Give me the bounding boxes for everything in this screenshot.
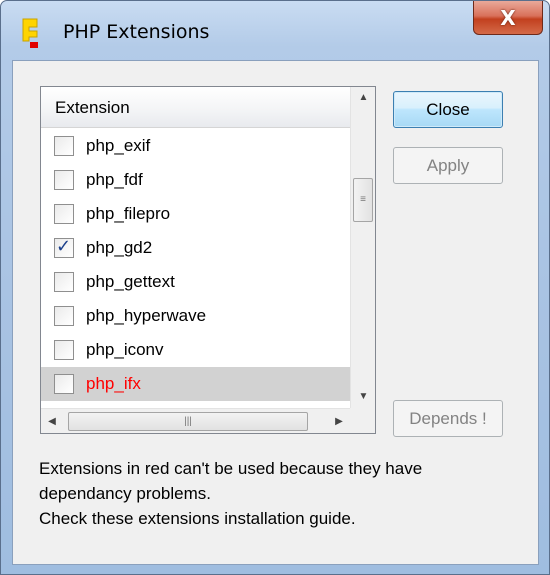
list-item[interactable]: php_iconv — [41, 333, 350, 367]
list-item[interactable]: ✓ php_gd2 — [41, 231, 350, 265]
dialog-client-area: Extension php_exif php_fdf php_filepro ✓ — [12, 60, 539, 565]
scroll-left-icon[interactable]: ◀ — [41, 409, 63, 434]
checkbox-checked[interactable]: ✓ — [54, 236, 74, 258]
column-header-label: Extension — [55, 98, 130, 117]
checkbox[interactable] — [54, 374, 74, 394]
horizontal-scroll-thumb[interactable]: ||| — [68, 412, 308, 431]
checkbox[interactable] — [54, 306, 74, 326]
scroll-down-icon[interactable]: ▼ — [351, 386, 376, 408]
php-extensions-window: PHP Extensions X Extension php_exif php_… — [0, 0, 550, 575]
checkmark-icon: ✓ — [56, 236, 72, 257]
checkbox[interactable] — [54, 340, 74, 360]
close-icon[interactable]: X — [473, 1, 543, 35]
extension-label: php_iconv — [86, 340, 164, 359]
extension-label: php_gettext — [86, 272, 175, 291]
list-item[interactable]: php_gettext — [41, 265, 350, 299]
vertical-scrollbar[interactable]: ▲ ≡ ▼ — [350, 87, 375, 408]
depends-button[interactable]: Depends ! — [393, 400, 503, 437]
easyphp-icon — [21, 17, 41, 49]
list-item[interactable]: php_exif — [41, 129, 350, 163]
info-line: dependancy problems. — [39, 484, 212, 503]
extension-label: php_filepro — [86, 204, 171, 223]
list-item[interactable]: php_filepro — [41, 197, 350, 231]
extension-label-error: php_ifx — [86, 374, 141, 393]
apply-button[interactable]: Apply — [393, 147, 503, 184]
title-bar[interactable]: PHP Extensions X — [1, 1, 549, 59]
checkbox[interactable] — [54, 136, 74, 156]
checkbox[interactable] — [54, 272, 74, 292]
extension-label: php_gd2 — [86, 238, 153, 257]
vertical-scroll-thumb[interactable]: ≡ — [353, 178, 373, 222]
info-text: Extensions in red can't be used because … — [39, 456, 529, 531]
extensions-list[interactable]: Extension php_exif php_fdf php_filepro ✓ — [40, 86, 376, 434]
info-line: Extensions in red can't be used because … — [39, 459, 423, 478]
close-button[interactable]: Close — [393, 91, 503, 128]
info-line: Check these extensions installation guid… — [39, 509, 356, 528]
horizontal-scrollbar[interactable]: ◀ ||| ▶ — [41, 408, 350, 433]
checkbox[interactable] — [54, 204, 74, 224]
checkbox[interactable] — [54, 170, 74, 190]
list-item-partial[interactable] — [41, 401, 350, 408]
list-item-selected[interactable]: php_ifx — [41, 367, 350, 401]
extension-label: php_exif — [86, 136, 151, 155]
list-item[interactable]: php_fdf — [41, 163, 350, 197]
column-header-extension[interactable]: Extension — [41, 87, 350, 128]
window-title: PHP Extensions — [63, 21, 210, 43]
list-item[interactable]: php_hyperwave — [41, 299, 350, 333]
extension-rows: php_exif php_fdf php_filepro ✓ php_gd2 p… — [41, 129, 350, 408]
scrollbar-corner — [350, 408, 375, 433]
extension-label: php_hyperwave — [86, 306, 207, 325]
scroll-up-icon[interactable]: ▲ — [351, 87, 376, 109]
scroll-right-icon[interactable]: ▶ — [328, 409, 350, 434]
extension-label: php_fdf — [86, 170, 143, 189]
